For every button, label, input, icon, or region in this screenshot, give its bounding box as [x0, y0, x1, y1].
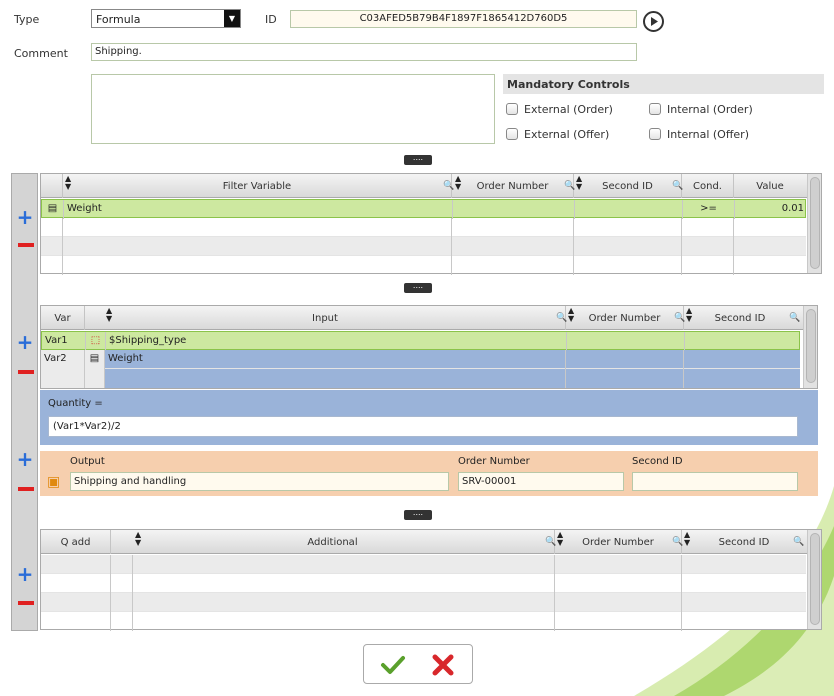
header-filter-variable[interactable]: Filter Variable — [63, 174, 452, 198]
add-output-icon[interactable]: + — [16, 449, 34, 469]
variable-icon: ⬚ — [86, 332, 106, 351]
header-second-id[interactable]: Second ID — [574, 174, 682, 198]
external-offer-label: External (Offer) — [524, 128, 610, 141]
table-row[interactable] — [41, 555, 806, 574]
cond-cell[interactable]: >= — [683, 200, 735, 219]
box-icon: ▣ — [47, 474, 61, 490]
table-row[interactable] — [41, 369, 800, 388]
splitter-handle-3[interactable]: .... — [404, 509, 432, 520]
quantity-formula-input[interactable]: (Var1*Var2)/2 — [48, 416, 798, 437]
header-order-number[interactable]: Order Number — [452, 174, 574, 198]
key-icon[interactable]: 🔍 — [793, 537, 804, 547]
type-select[interactable]: Formula ▼ — [91, 9, 241, 28]
close-icon — [432, 654, 454, 676]
table-row[interactable] — [41, 256, 806, 275]
add-additional-icon[interactable]: + — [16, 564, 34, 584]
variable-grid-scrollbar[interactable] — [803, 306, 817, 388]
left-action-bar: + + + + — [11, 173, 38, 631]
table-row[interactable] — [41, 574, 806, 593]
second-id-input[interactable] — [632, 472, 798, 491]
external-order-label: External (Order) — [524, 103, 613, 116]
order-number-cell[interactable] — [453, 200, 575, 219]
input-cell[interactable]: $Shipping_type — [106, 332, 567, 351]
output-panel: ▣ Output Shipping and handling Order Num… — [40, 451, 818, 496]
internal-offer-label: Internal (Offer) — [667, 128, 750, 141]
input-cell[interactable]: Weight — [105, 350, 566, 369]
splitter-handle-2[interactable]: .... — [404, 282, 432, 293]
play-icon[interactable] — [643, 11, 664, 32]
mandatory-controls-title: Mandatory Controls — [507, 78, 630, 91]
additional-grid: Q add ▲ ▼ Additional 🔍 ▲ ▼ Order Number 🔍 … — [40, 529, 822, 631]
output-label: Output — [70, 456, 105, 467]
header-input[interactable]: Input — [85, 306, 566, 330]
mandatory-controls-header: Mandatory Controls — [503, 74, 824, 94]
external-order-checkbox[interactable] — [506, 103, 518, 115]
remove-additional-icon[interactable] — [18, 601, 34, 605]
checkmark-icon — [381, 656, 405, 674]
second-id-label: Second ID — [632, 456, 683, 467]
action-buttons-box — [363, 644, 473, 684]
second-id-cell[interactable] — [575, 200, 683, 219]
header-cond[interactable]: Cond. — [682, 174, 734, 198]
add-filter-icon[interactable]: + — [16, 207, 34, 227]
add-variable-icon[interactable]: + — [16, 332, 34, 352]
filter-grid-scrollbar[interactable] — [807, 174, 821, 273]
remove-filter-icon[interactable] — [18, 243, 34, 247]
additional-grid-header: Q add ▲ ▼ Additional 🔍 ▲ ▼ Order Number 🔍 … — [41, 530, 821, 554]
confirm-button[interactable] — [380, 653, 406, 677]
value-cell[interactable]: 0.01 — [735, 200, 807, 219]
table-row[interactable] — [41, 612, 806, 631]
internal-offer-checkbox[interactable] — [649, 128, 661, 140]
comment-field[interactable]: Shipping. — [91, 43, 637, 61]
internal-order-checkbox[interactable] — [649, 103, 661, 115]
table-row[interactable] — [41, 237, 806, 256]
cancel-button[interactable] — [430, 653, 456, 677]
order-number-input[interactable]: SRV-00001 — [458, 472, 624, 491]
header-value[interactable]: Value — [734, 174, 806, 198]
filter-variable-cell[interactable]: Weight — [64, 200, 453, 219]
quantity-panel: Quantity = (Var1*Var2)/2 — [40, 390, 818, 445]
id-field[interactable]: C03AFED5B79B4F1897F1865412D760D5 — [290, 10, 637, 28]
variable-grid-header: Var ▲ ▼ Input 🔍 ▲ ▼ Order Number 🔍 ▲ ▼ Seco… — [41, 306, 817, 330]
type-value: Formula — [96, 13, 141, 26]
splitter-handle-1[interactable]: .... — [404, 154, 432, 165]
key-icon[interactable]: 🔍 — [789, 313, 800, 323]
table-row[interactable] — [41, 218, 806, 237]
external-offer-checkbox[interactable] — [506, 128, 518, 140]
header-order-number[interactable]: Order Number — [555, 530, 682, 554]
table-row[interactable] — [41, 593, 806, 612]
filter-grid: ▲ ▼ Filter Variable 🔍 ▲ ▼ Order Number 🔍 ▲… — [40, 173, 822, 275]
filter-grid-header: ▲ ▼ Filter Variable 🔍 ▲ ▼ Order Number 🔍 ▲… — [41, 174, 821, 198]
table-row[interactable]: Var2 ▤ Weight — [41, 350, 800, 369]
header-second-id[interactable]: Second ID — [682, 530, 806, 554]
comment-label: Comment — [14, 47, 68, 60]
header-order-number[interactable]: Order Number — [566, 306, 684, 330]
table-row[interactable]: Var1 ⬚ $Shipping_type — [41, 331, 800, 351]
header-var[interactable]: Var — [41, 306, 85, 330]
table-row[interactable]: ▤ Weight >= 0.01 — [41, 199, 807, 219]
header-second-id[interactable]: Second ID — [684, 306, 796, 330]
remove-variable-icon[interactable] — [18, 370, 34, 374]
internal-order-label: Internal (Order) — [667, 103, 753, 116]
var-cell[interactable]: Var2 — [41, 350, 85, 369]
list-icon: ▤ — [42, 200, 64, 219]
id-label: ID — [265, 13, 277, 26]
order-number-label: Order Number — [458, 456, 530, 467]
var-cell[interactable]: Var1 — [42, 332, 86, 351]
chevron-down-icon[interactable]: ▼ — [224, 10, 240, 27]
list-icon: ▤ — [85, 350, 105, 369]
variable-grid: Var ▲ ▼ Input 🔍 ▲ ▼ Order Number 🔍 ▲ ▼ Seco… — [40, 305, 818, 389]
remove-output-icon[interactable] — [18, 487, 34, 491]
additional-grid-scrollbar[interactable] — [807, 530, 821, 629]
header-q-add[interactable]: Q add — [41, 530, 111, 554]
sort-column-filter[interactable]: ▲ ▼ — [41, 174, 71, 198]
type-label: Type — [14, 13, 40, 26]
comment-textarea[interactable] — [91, 74, 495, 144]
header-additional[interactable]: Additional — [111, 530, 555, 554]
output-input[interactable]: Shipping and handling — [70, 472, 449, 491]
quantity-label: Quantity = — [48, 398, 103, 409]
